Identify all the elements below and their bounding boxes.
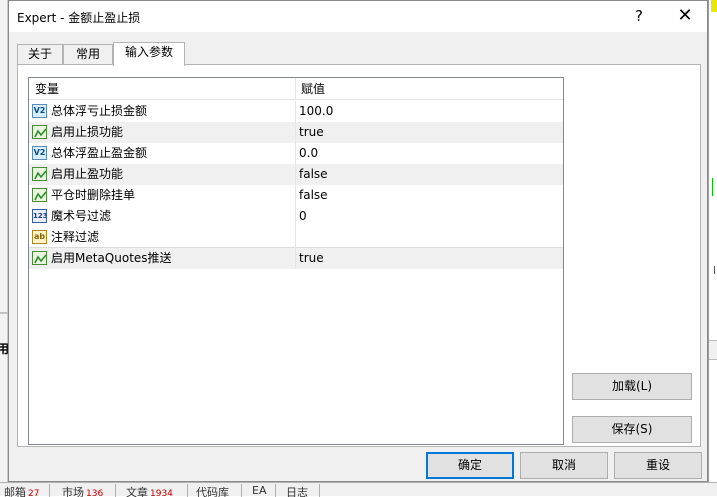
parameter-value[interactable]: 0 [299, 206, 307, 227]
bool-type-icon [32, 251, 47, 265]
parameter-value[interactable]: true [299, 122, 324, 143]
column-divider [295, 185, 296, 206]
background-left-panel: 用 [0, 0, 9, 496]
table-row[interactable]: 启用止盈功能 false [29, 164, 563, 185]
close-button[interactable]: ✕ [673, 6, 697, 26]
terminal-tab-label: 日志 [286, 486, 308, 497]
column-divider [295, 248, 296, 269]
background-divider [709, 340, 717, 360]
double-type-icon: V2 [32, 104, 47, 118]
column-divider [295, 101, 296, 122]
dialog-titlebar[interactable]: Expert - 金额止盈止损 ? ✕ [9, 1, 707, 32]
parameter-name: 总体浮盈止盈金额 [51, 146, 148, 160]
table-row[interactable]: 123 魔术号过滤 0 [29, 206, 563, 227]
reset-button[interactable]: 重设 [614, 452, 702, 479]
background-chart-mark [711, 0, 717, 12]
terminal-tab-journal[interactable]: 日志 [282, 484, 320, 497]
parameter-name: 总体浮亏止损金额 [51, 104, 148, 118]
parameter-value[interactable]: 0.0 [299, 143, 318, 164]
bool-type-icon [32, 188, 47, 202]
table-row[interactable]: 启用MetaQuotes推送 true [29, 248, 563, 269]
terminal-tab-mailbox[interactable]: 邮箱 27 [0, 484, 50, 497]
help-button[interactable]: ? [629, 6, 649, 26]
terminal-tab-codebase[interactable]: 代码库 [192, 484, 242, 497]
background-chart-edge [708, 0, 717, 496]
table-row[interactable]: 启用止损功能 true [29, 122, 563, 143]
table-row[interactable]: V2 总体浮盈止盈金额 0.0 [29, 143, 563, 164]
table-row[interactable]: ab 注释过滤 [29, 227, 563, 248]
parameter-name: 平仓时删除挂单 [51, 188, 136, 202]
terminal-tab-label: 代码库 [196, 486, 229, 497]
parameter-value[interactable]: false [299, 185, 328, 206]
table-header: 变量 赋值 [29, 78, 563, 100]
double-type-icon: V2 [32, 146, 47, 160]
parameter-name: 启用MetaQuotes推送 [51, 251, 172, 265]
background-terminal-tabs: 邮箱 27 市场 136 文章 1934 代码库 EA 日志 [0, 482, 717, 497]
int-type-icon: 123 [32, 209, 47, 223]
terminal-tab-label: EA [252, 484, 267, 497]
save-button[interactable]: 保存(S) [572, 416, 692, 443]
tab-inputs[interactable]: 输入参数 [113, 42, 185, 66]
tab-about[interactable]: 关于 [17, 44, 63, 65]
column-divider [295, 227, 296, 248]
parameter-value[interactable]: true [299, 248, 324, 269]
string-type-icon: ab [32, 230, 47, 244]
parameter-name: 注释过滤 [51, 230, 100, 244]
parameter-name: 启用止损功能 [51, 125, 124, 139]
column-divider [295, 206, 296, 227]
parameter-name: 魔术号过滤 [51, 209, 112, 223]
column-divider [295, 164, 296, 185]
terminal-tab-market[interactable]: 市场 136 [58, 484, 116, 497]
terminal-tab-experts[interactable]: EA [248, 484, 276, 497]
terminal-tab-label: 邮箱 [4, 486, 26, 497]
column-header-value[interactable]: 赋值 [295, 78, 563, 100]
bool-type-icon [32, 125, 47, 139]
background-divider [0, 312, 8, 314]
parameter-name: 启用止盈功能 [51, 167, 124, 181]
inputs-panel: 变量 赋值 V2 总体浮亏止损金额 100.0 启用止损功能 true V2 总… [17, 64, 701, 447]
dialog-title: Expert - 金额止盈止损 [17, 11, 141, 25]
tab-common[interactable]: 常用 [63, 44, 113, 65]
background-chart-candle [712, 178, 713, 196]
parameters-table[interactable]: 变量 赋值 V2 总体浮亏止损金额 100.0 启用止损功能 true V2 总… [28, 77, 564, 445]
terminal-tab-articles[interactable]: 文章 1934 [122, 484, 188, 497]
background-chart-candle [714, 266, 715, 274]
parameter-value[interactable]: 100.0 [299, 101, 333, 122]
ok-button[interactable]: 确定 [426, 452, 514, 479]
bool-type-icon [32, 167, 47, 181]
table-row[interactable]: 平仓时删除挂单 false [29, 185, 563, 206]
parameter-value[interactable]: false [299, 164, 328, 185]
expert-properties-dialog: Expert - 金额止盈止损 ? ✕ 关于 常用 输入参数 变量 赋值 V2 … [8, 0, 708, 482]
load-button[interactable]: 加载(L) [572, 373, 692, 400]
cancel-button[interactable]: 取消 [520, 452, 608, 479]
terminal-tab-label: 文章 [126, 486, 148, 497]
column-divider [295, 143, 296, 164]
table-row[interactable]: V2 总体浮亏止损金额 100.0 [29, 101, 563, 122]
column-divider [295, 122, 296, 143]
terminal-tab-label: 市场 [62, 486, 84, 497]
column-header-variable[interactable]: 变量 [29, 78, 295, 100]
